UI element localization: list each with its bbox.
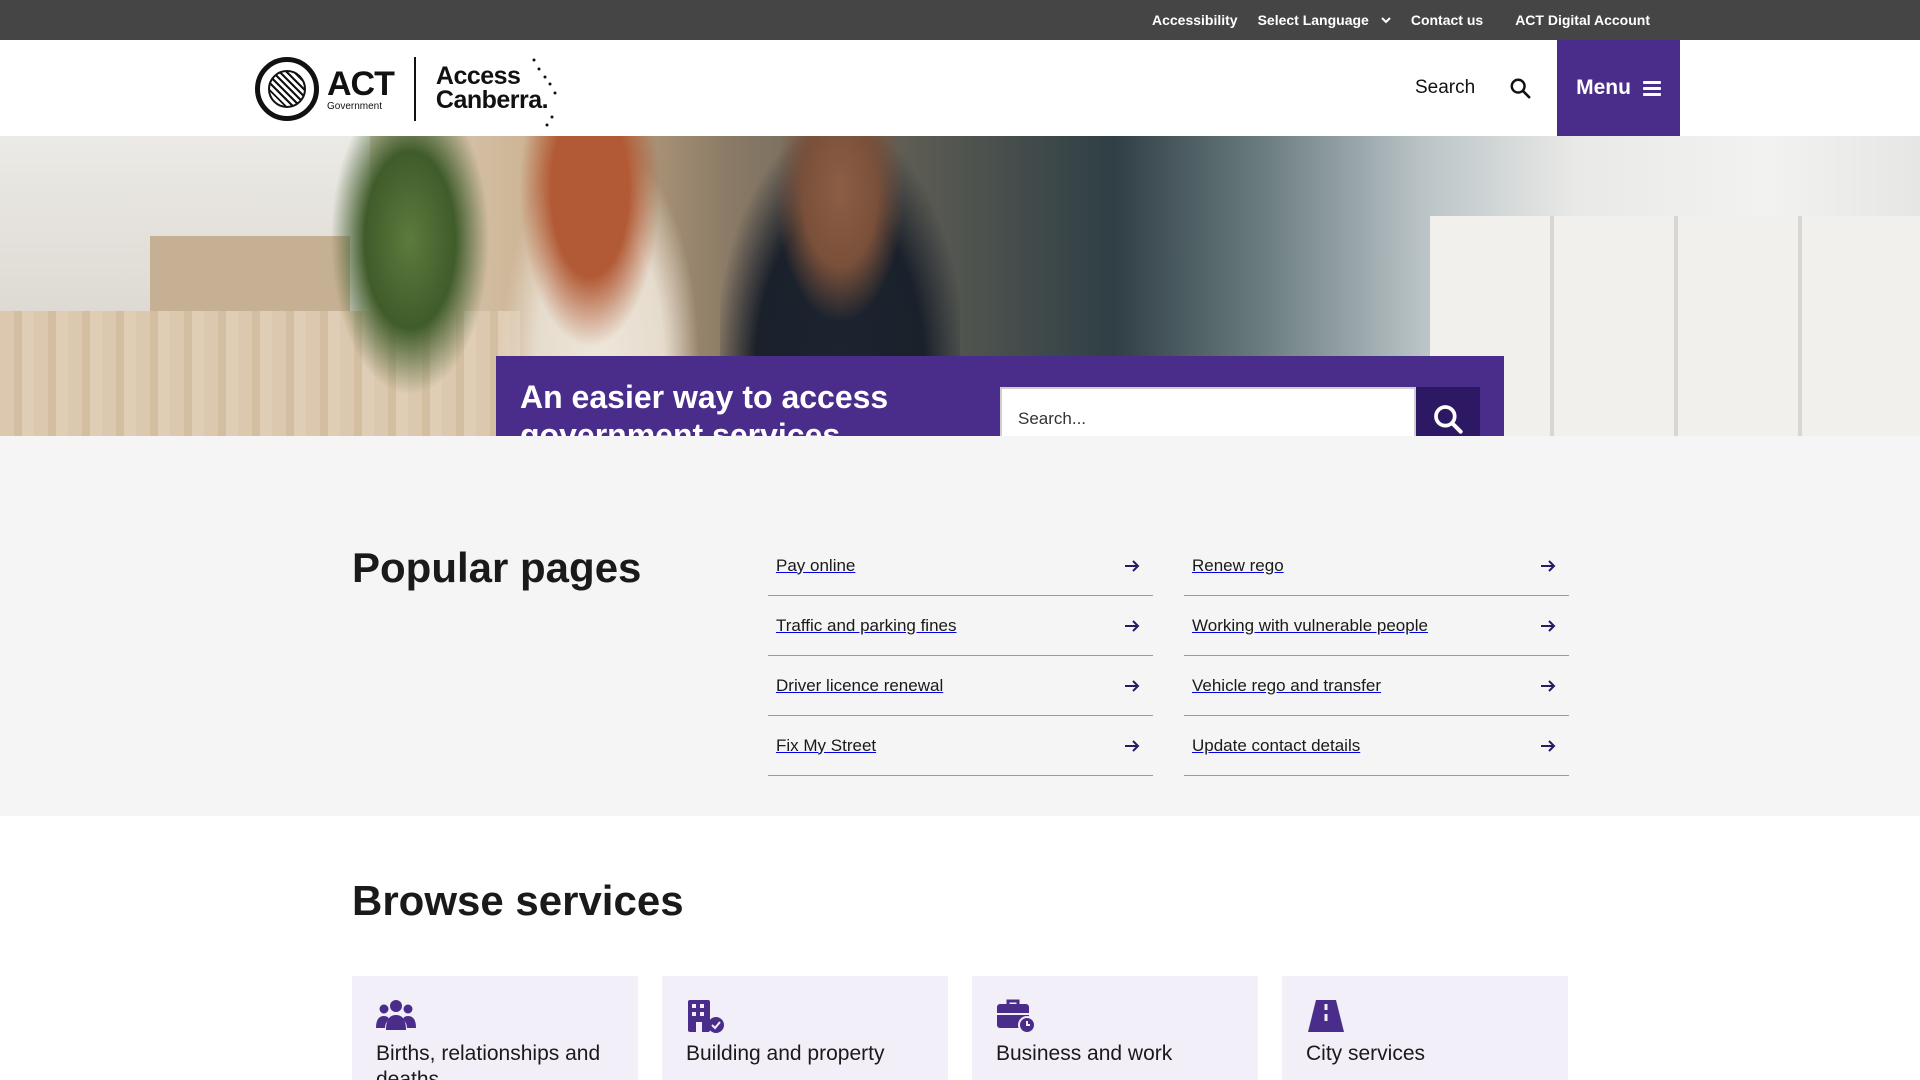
arrow-right-icon bbox=[1125, 739, 1140, 752]
link-label: Traffic and parking fines bbox=[776, 615, 957, 635]
popular-links-column-1: Pay online Traffic and parking fines Dri… bbox=[768, 536, 1153, 776]
popular-links-column-2: Renew rego Working with vulnerable peopl… bbox=[1184, 536, 1569, 776]
popular-link-fix-my-street[interactable]: Fix My Street bbox=[768, 716, 1153, 776]
hero-photo-panel bbox=[150, 236, 350, 316]
arrow-right-icon bbox=[1541, 559, 1556, 572]
service-card-label: City services bbox=[1306, 1042, 1426, 1065]
select-language-dropdown[interactable]: Select Language bbox=[1258, 12, 1391, 28]
arrow-right-icon bbox=[1125, 559, 1140, 572]
popular-link-renew-rego[interactable]: Renew rego bbox=[1184, 536, 1569, 596]
service-card-business[interactable]: Business and work bbox=[972, 976, 1258, 1080]
link-label: Driver licence renewal bbox=[776, 675, 944, 695]
act-coat-of-arms-icon bbox=[255, 57, 319, 121]
building-check-icon bbox=[688, 1000, 724, 1033]
popular-link-traffic-fines[interactable]: Traffic and parking fines bbox=[768, 596, 1153, 656]
act-logo-main: ACT bbox=[327, 64, 395, 103]
header-search-button[interactable]: Search bbox=[1415, 40, 1531, 136]
road-icon bbox=[1308, 1000, 1344, 1032]
popular-pages-title: Popular pages bbox=[352, 544, 642, 591]
menu-button[interactable]: Menu bbox=[1557, 40, 1680, 136]
hero-photo-plant bbox=[330, 136, 490, 396]
service-card-births[interactable]: Births, relationships and deaths bbox=[352, 976, 638, 1080]
arrow-right-icon bbox=[1541, 619, 1556, 632]
link-label: Renew rego bbox=[1192, 555, 1284, 575]
search-icon bbox=[1434, 405, 1463, 434]
select-language-label: Select Language bbox=[1257, 12, 1369, 28]
browse-services-title: Browse services bbox=[352, 877, 684, 924]
site-header: ACT Government Access Canberra. Search M… bbox=[0, 40, 1920, 136]
contact-us-link[interactable]: Contact us bbox=[1411, 12, 1483, 28]
arrow-right-icon bbox=[1541, 739, 1556, 752]
link-label: Working with vulnerable people bbox=[1192, 615, 1428, 635]
access-canberra-logo: Access Canberra. bbox=[436, 58, 557, 127]
popular-pages-section: Popular pages Pay online Traffic and par… bbox=[0, 436, 1920, 816]
header-search-label: Search bbox=[1415, 77, 1476, 98]
popular-link-vehicle-rego-transfer[interactable]: Vehicle rego and transfer bbox=[1184, 656, 1569, 716]
link-label: Pay online bbox=[776, 555, 856, 575]
people-group-icon bbox=[376, 1000, 416, 1030]
menu-label: Menu bbox=[1576, 76, 1631, 99]
accessibility-link[interactable]: Accessibility bbox=[1152, 12, 1238, 28]
briefcase-clock-icon bbox=[997, 999, 1036, 1034]
popular-link-update-contact[interactable]: Update contact details bbox=[1184, 716, 1569, 776]
digital-account-link[interactable]: ACT Digital Account bbox=[1515, 12, 1650, 28]
service-card-label: Business and work bbox=[996, 1042, 1173, 1065]
dots-decoration-icon bbox=[532, 58, 557, 127]
service-card-building[interactable]: Building and property bbox=[662, 976, 948, 1080]
arrow-right-icon bbox=[1541, 679, 1556, 692]
popular-link-licence-renewal[interactable]: Driver licence renewal bbox=[768, 656, 1153, 716]
link-label: Update contact details bbox=[1192, 735, 1361, 755]
service-card-label: Building and property bbox=[686, 1042, 885, 1065]
arrow-right-icon bbox=[1125, 619, 1140, 632]
service-card-city[interactable]: City services bbox=[1282, 976, 1568, 1080]
chevron-down-icon bbox=[1381, 17, 1391, 24]
hamburger-icon bbox=[1642, 80, 1661, 96]
utility-bar: Accessibility Select Language Contact us… bbox=[0, 0, 1920, 40]
link-label: Vehicle rego and transfer bbox=[1192, 675, 1382, 695]
arrow-right-icon bbox=[1125, 679, 1140, 692]
link-label: Fix My Street bbox=[776, 735, 877, 755]
search-icon bbox=[1510, 78, 1531, 99]
popular-link-vulnerable-people[interactable]: Working with vulnerable people bbox=[1184, 596, 1569, 656]
logo-divider bbox=[413, 57, 416, 121]
utility-links: Accessibility Select Language Contact us… bbox=[1132, 0, 1650, 40]
act-logo-sub: Government bbox=[327, 100, 383, 112]
service-card-label: Births, relationships and deaths bbox=[376, 1042, 601, 1080]
popular-link-pay-online[interactable]: Pay online bbox=[768, 536, 1153, 596]
site-logo[interactable]: ACT Government Access Canberra. bbox=[255, 55, 557, 127]
act-government-logo: ACT Government bbox=[327, 64, 395, 112]
